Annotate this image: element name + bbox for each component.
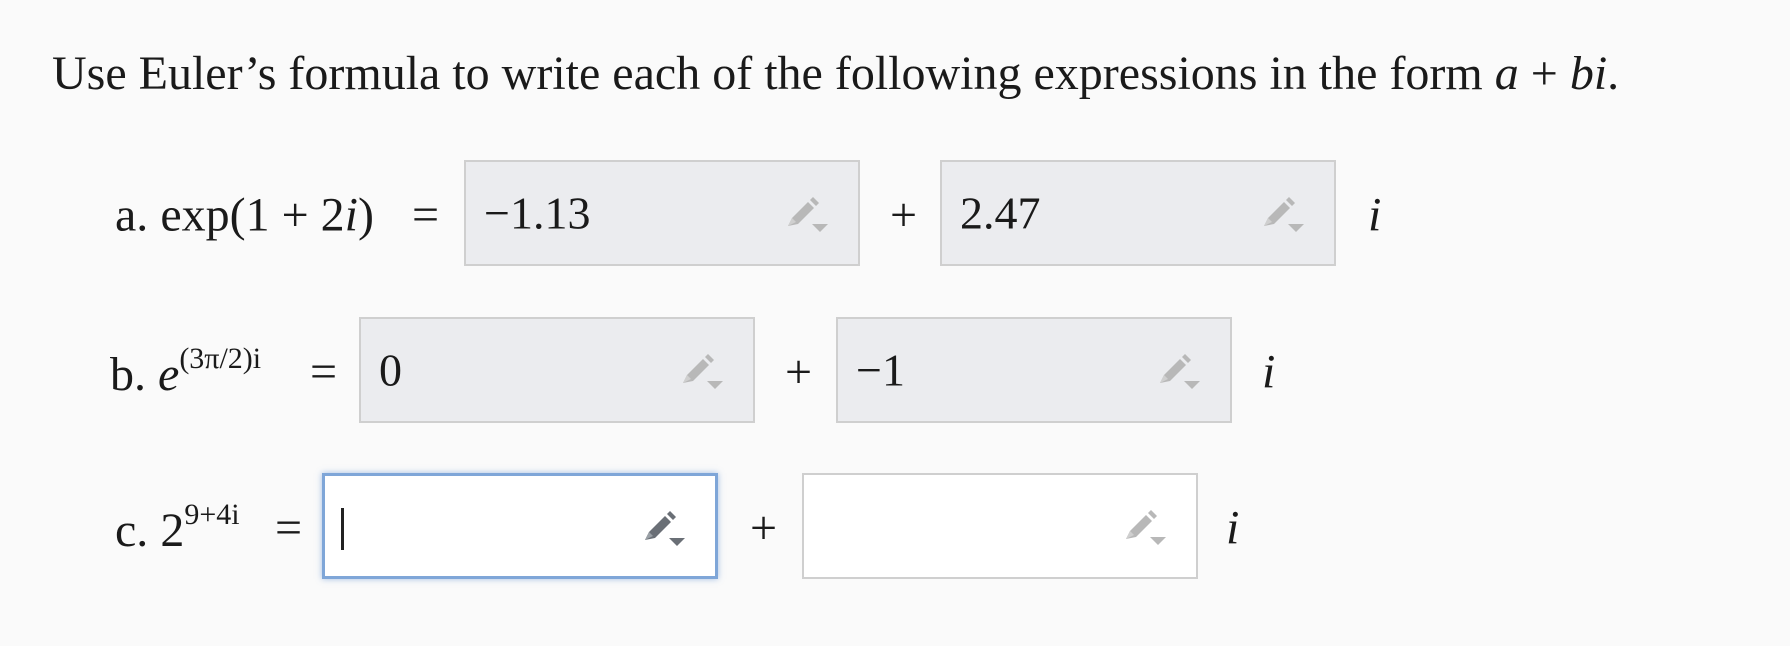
problem-a-expr-suffix: ) bbox=[358, 188, 374, 242]
problem-b-row: b. e(3π/2)i = 0 + −1 i bbox=[0, 317, 1790, 427]
problem-a-imag-unit: i bbox=[1368, 188, 1382, 242]
pencil-dropdown-icon[interactable] bbox=[1154, 353, 1202, 393]
prompt-text: Use Euler’s formula to write each of the… bbox=[52, 47, 1495, 100]
prompt-math-i: i bbox=[1593, 47, 1608, 100]
pencil-dropdown-icon[interactable] bbox=[677, 353, 725, 393]
problem-a-real-answer-box[interactable]: −1.13 bbox=[464, 160, 860, 266]
prompt-math-plus: + bbox=[1518, 47, 1570, 100]
problem-c-imag-unit: i bbox=[1226, 501, 1240, 555]
question-prompt: Use Euler’s formula to write each of the… bbox=[52, 38, 1619, 110]
problem-a-plus: + bbox=[890, 188, 918, 242]
prompt-period: . bbox=[1607, 47, 1620, 100]
problem-a-row: a. exp(1 + 2i) = −1.13 + 2.47 i bbox=[0, 160, 1790, 270]
pencil-dropdown-icon[interactable] bbox=[1120, 509, 1168, 549]
problem-a-expr-i: i bbox=[344, 188, 359, 242]
prompt-math-a: a bbox=[1494, 47, 1519, 100]
pencil-dropdown-icon[interactable] bbox=[639, 510, 687, 550]
problem-b-real-answer-box[interactable]: 0 bbox=[359, 317, 755, 423]
problem-a-imag-value: 2.47 bbox=[960, 187, 1041, 239]
pencil-dropdown-icon[interactable] bbox=[1258, 196, 1306, 236]
problem-b-exponent: (3π/2)i bbox=[179, 342, 262, 375]
problem-b-real-value: 0 bbox=[379, 344, 402, 396]
problem-c-plus: + bbox=[750, 501, 778, 555]
problem-a-imag-answer-box[interactable]: 2.47 bbox=[940, 160, 1336, 266]
problem-a-real-value: −1.13 bbox=[484, 187, 591, 239]
pencil-dropdown-icon[interactable] bbox=[782, 196, 830, 236]
problem-c-exponent: 9+4i bbox=[184, 498, 240, 531]
problem-a-expr-prefix: exp(1 + 2 bbox=[160, 188, 345, 242]
problem-b-base: e bbox=[158, 348, 180, 401]
problem-b-equals: = bbox=[310, 345, 338, 399]
problem-b-plus: + bbox=[785, 345, 813, 399]
problem-b-imag-answer-box[interactable]: −1 bbox=[836, 317, 1232, 423]
problem-b-label: b. e(3π/2)i bbox=[110, 342, 261, 402]
problem-c-row: c. 29+4i = + i bbox=[0, 473, 1790, 583]
problem-b-imag-value: −1 bbox=[856, 344, 905, 396]
problem-c-real-answer-box[interactable] bbox=[322, 473, 718, 579]
problem-c-equals: = bbox=[275, 501, 303, 555]
text-cursor bbox=[341, 508, 344, 550]
problem-a-label: a. exp(1 + 2i) bbox=[115, 188, 374, 243]
problem-c-base: 2 bbox=[160, 504, 185, 557]
problem-b-imag-unit: i bbox=[1262, 345, 1276, 399]
problem-c-letter: c. bbox=[115, 504, 149, 557]
problem-b-letter: b. bbox=[110, 348, 146, 401]
problem-a-letter: a. bbox=[115, 188, 149, 242]
prompt-math-b: b bbox=[1569, 47, 1594, 100]
problem-c-imag-answer-box[interactable] bbox=[802, 473, 1198, 579]
problem-c-label: c. 29+4i bbox=[115, 498, 240, 558]
problem-a-equals: = bbox=[412, 188, 440, 242]
